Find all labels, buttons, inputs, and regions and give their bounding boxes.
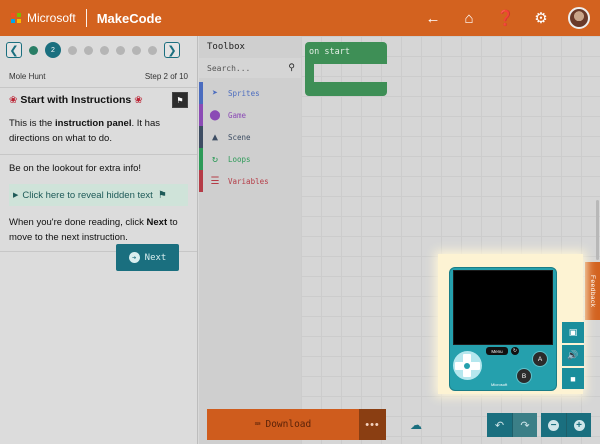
- simulator-toolbar: ▣ 🔊 ■: [562, 322, 584, 390]
- category-label: Variables: [228, 176, 269, 186]
- product-name: MakeCode: [96, 10, 162, 26]
- b-button[interactable]: B: [516, 368, 532, 384]
- bold-text: instruction panel: [54, 118, 132, 129]
- toolbox-category-game[interactable]: ⬤ Game: [199, 104, 301, 126]
- step-counter: Step 2 of 10: [144, 72, 188, 81]
- step-dot-current[interactable]: 2: [45, 42, 61, 58]
- top-bar: Microsoft MakeCode ← ⌂ ❓ ⚙: [0, 0, 600, 36]
- next-label: Next: [144, 252, 167, 263]
- step-dot-5[interactable]: [100, 45, 109, 55]
- back-arrow-icon[interactable]: ←: [424, 10, 442, 27]
- toolbox-search-input[interactable]: Search... ⚲: [199, 58, 301, 78]
- previous-step-button[interactable]: ❮: [6, 42, 22, 58]
- divider: [0, 154, 197, 155]
- instruction-paragraph: This is the instruction panel. It has di…: [0, 116, 197, 146]
- toolbox-category-sprites[interactable]: ➤ Sprites: [199, 82, 301, 104]
- simulator-brand: Microsoft: [491, 382, 508, 387]
- instruction-paragraph: When you're done reading, click Next to …: [0, 215, 197, 245]
- brand-divider: [85, 9, 87, 27]
- circle-icon: ⬤: [209, 109, 221, 121]
- reveal-hidden-text-toggle[interactable]: ▶ Click here to reveal hidden text ⚑: [9, 184, 188, 206]
- simulator-screen[interactable]: [453, 270, 553, 345]
- zoom-out-button[interactable]: −: [541, 413, 566, 437]
- tree-icon: ▲: [211, 131, 219, 143]
- microsoft-logo-icon: [10, 12, 22, 24]
- download-label: Download: [265, 419, 312, 430]
- triangle-right-icon: ▶: [13, 192, 19, 199]
- stop-icon[interactable]: ■: [562, 368, 584, 389]
- a-button[interactable]: A: [532, 351, 548, 367]
- undo-redo-group: ↶ ↷: [487, 413, 537, 437]
- detective-icon: ⚑: [157, 189, 167, 201]
- fullscreen-icon[interactable]: ▣: [562, 322, 584, 343]
- toolbox-category-scene[interactable]: ▲ Scene: [199, 126, 301, 148]
- plus-icon: +: [573, 419, 585, 431]
- step-dot-3[interactable]: [68, 45, 77, 55]
- toolbox: Toolbox Search... ⚲ ➤ Sprites ⬤ Game ▲ S…: [199, 36, 301, 444]
- hint-icon[interactable]: ⚑: [172, 92, 188, 108]
- on-start-label: on start: [305, 42, 387, 64]
- arrow-right-circle-icon: ➜: [128, 252, 140, 263]
- tutorial-meta: Mole Hunt Step 2 of 10: [0, 64, 197, 88]
- category-label: Sprites: [228, 88, 260, 98]
- simulator-menu-button[interactable]: Menu: [486, 347, 508, 355]
- brand[interactable]: Microsoft MakeCode: [10, 9, 162, 27]
- microsoft-label: Microsoft: [27, 11, 76, 25]
- instruction-paragraph: Be on the lookout for extra info!: [9, 163, 142, 174]
- download-more-button[interactable]: •••: [359, 409, 386, 440]
- category-label: Scene: [228, 132, 251, 142]
- paper-plane-icon: ➤: [211, 87, 219, 99]
- undo-button[interactable]: ↶: [487, 413, 512, 437]
- toolbox-title: Toolbox: [207, 42, 245, 52]
- search-placeholder: Search...: [207, 63, 251, 73]
- step-navigator: ❮ 2 ❯: [0, 36, 197, 64]
- on-start-block[interactable]: on start: [305, 42, 387, 96]
- text-run: This is the: [9, 118, 55, 129]
- zoom-in-button[interactable]: +: [566, 413, 591, 437]
- dpad-center: [464, 363, 470, 369]
- help-icon[interactable]: ❓: [496, 9, 515, 27]
- reveal-label: Click here to reveal hidden text: [22, 189, 153, 201]
- home-icon[interactable]: ⌂: [460, 10, 478, 27]
- search-icon[interactable]: ⚲: [288, 63, 295, 73]
- tutorial-panel: ❮ 2 ❯ Mole Hunt Step 2 of 10 ❀ Start wit…: [0, 36, 198, 444]
- category-label: Loops: [228, 154, 251, 164]
- zoom-group: − +: [541, 413, 591, 437]
- minus-icon: −: [548, 419, 559, 431]
- next-button[interactable]: ➜ Next: [116, 244, 179, 271]
- category-label: Game: [228, 110, 247, 120]
- next-step-arrow-button[interactable]: ❯: [164, 42, 180, 58]
- simulator-reset-icon[interactable]: ↻: [511, 347, 519, 355]
- cloud-save-icon[interactable]: ☁: [410, 418, 422, 432]
- step-dot-4[interactable]: [84, 45, 93, 55]
- instruction-title-text: Start with Instructions: [20, 94, 132, 106]
- download-icon: ⌨: [254, 419, 261, 430]
- step-dot-1[interactable]: [29, 45, 38, 55]
- step-dot-7[interactable]: [132, 45, 141, 55]
- instruction-title: ❀ Start with Instructions ❀ ⚑: [0, 88, 197, 112]
- list-icon: ☰: [210, 175, 220, 187]
- download-button[interactable]: ⌨ Download: [207, 409, 359, 440]
- avatar[interactable]: [568, 7, 590, 29]
- feedback-tab[interactable]: Feedback: [585, 262, 600, 320]
- toolbox-category-loops[interactable]: ↻ Loops: [199, 148, 301, 170]
- bold-text: Next: [146, 217, 168, 228]
- gear-icon: ❀: [134, 94, 143, 106]
- gear-icon: ❀: [9, 94, 18, 106]
- toolbox-category-variables[interactable]: ☰ Variables: [199, 170, 301, 192]
- text-run: When you're done reading, click: [9, 217, 147, 228]
- redo-button[interactable]: ↷: [512, 413, 537, 437]
- sound-icon[interactable]: 🔊: [562, 345, 584, 366]
- workspace-scrollbar[interactable]: [596, 200, 599, 260]
- step-dot-6[interactable]: [116, 45, 125, 55]
- gear-icon[interactable]: ⚙: [532, 9, 550, 27]
- loop-icon: ↻: [211, 153, 219, 165]
- tutorial-name: Mole Hunt: [9, 72, 46, 81]
- step-dot-8[interactable]: [148, 45, 157, 55]
